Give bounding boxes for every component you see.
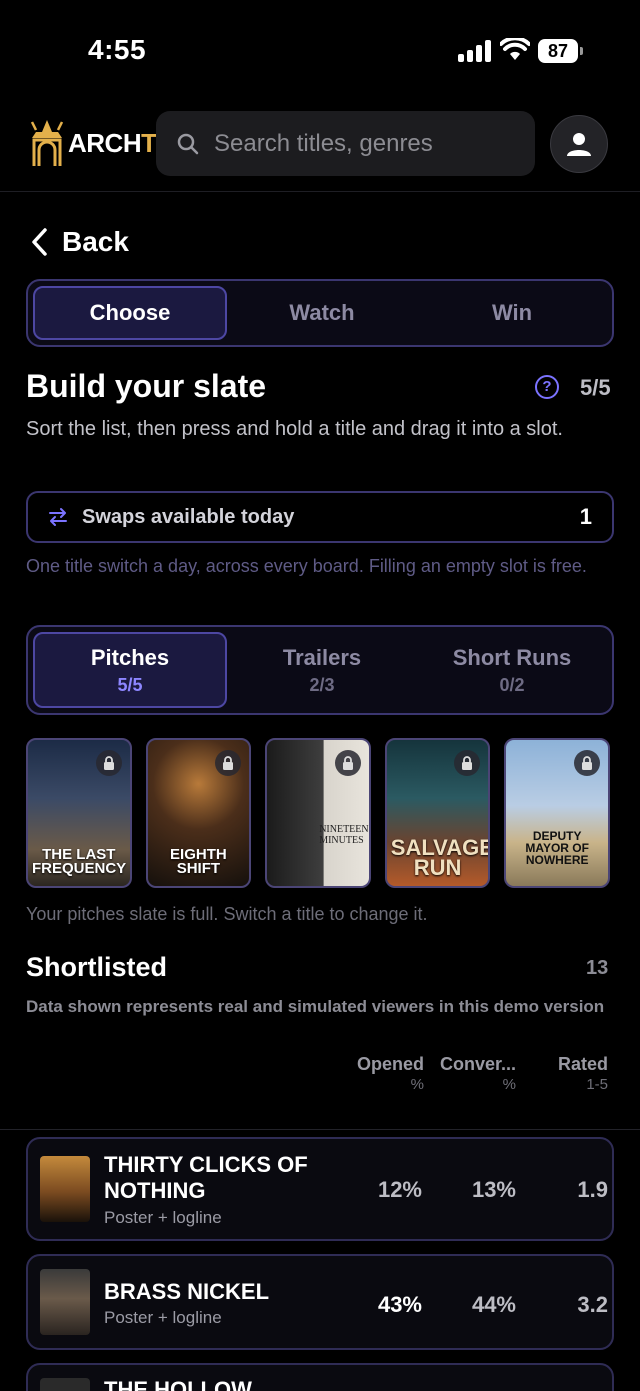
demo-data-note: Data shown represents real and simulated… (26, 997, 605, 1016)
tab-choose[interactable]: Choose (33, 286, 227, 340)
app-header: ARCHTV (0, 100, 640, 192)
tab-trailers-label: Trailers (282, 644, 362, 670)
poster-title: EIGHTH SHIFT (170, 846, 227, 877)
shortlist-title: Shortlisted (26, 952, 168, 982)
tab-pitches-count: 5/5 (117, 674, 143, 695)
column-opened-label: Opened (356, 1054, 424, 1074)
table-header: Opened % Conver... % Rated 1-5 (0, 1054, 640, 1100)
title-thumbnail (40, 1269, 90, 1335)
tab-pitches-label: Pitches (90, 644, 170, 670)
opened-value: 43% (377, 1292, 422, 1317)
column-conversion-label: Conver... (439, 1054, 516, 1074)
step-tabs: Choose Watch Win (26, 279, 614, 347)
poster-title: DEPUTY MAYOR OF NOWHERE (525, 829, 589, 867)
swaps-count: 1 (579, 504, 592, 529)
archtv-logo[interactable]: ARCHTV (30, 118, 174, 168)
tab-trailers[interactable]: Trailers 2/3 (227, 632, 417, 708)
column-rated-label: Rated (557, 1054, 608, 1074)
tab-short-runs[interactable]: Short Runs 0/2 (417, 632, 607, 708)
lock-icon (95, 750, 122, 776)
battery-indicator: 87 (538, 39, 583, 63)
column-opened-unit: % (410, 1076, 424, 1093)
item-title: BRASS NICKEL (104, 1279, 270, 1304)
status-time: 4:55 (88, 34, 147, 65)
cellular-signal-icon (458, 40, 492, 62)
item-subtitle: Poster + logline (104, 1208, 222, 1227)
tab-short-runs-count: 0/2 (499, 674, 525, 695)
tab-short-runs-label: Short Runs (452, 644, 572, 670)
slate-count: 5/5 (580, 375, 611, 400)
shortlist-count: 13 (586, 957, 609, 979)
poster-title: SALVAGE RUN (390, 835, 491, 880)
slate-poster[interactable]: EIGHTH SHIFT (145, 738, 252, 888)
divider (0, 1129, 640, 1130)
column-rated[interactable]: Rated 1-5 (528, 1054, 608, 1093)
column-conversion-unit: % (502, 1076, 516, 1093)
chevron-left-icon (32, 228, 47, 256)
lock-icon (454, 750, 481, 776)
rated-value: 1.9 (577, 1177, 608, 1202)
item-subtitle: Poster + logline (104, 1308, 222, 1327)
back-label: Back (62, 226, 129, 257)
slate-poster[interactable]: THE LAST FREQUENCY (26, 738, 132, 888)
column-opened[interactable]: Opened % (340, 1054, 424, 1093)
lock-icon (334, 750, 361, 776)
swaps-panel: Swaps available today 1 (26, 491, 614, 543)
slate-slots: THE LAST FREQUENCY EIGHTH SHIFT NINETEEN… (26, 738, 610, 888)
tab-pitches[interactable]: Pitches 5/5 (33, 632, 227, 708)
swaps-note: One title switch a day, across every boa… (26, 556, 587, 576)
slate-poster[interactable]: DEPUTY MAYOR OF NOWHERE (504, 738, 610, 888)
column-conversion[interactable]: Conver... % (426, 1054, 516, 1093)
slate-full-message: Your pitches slate is full. Switch a tit… (26, 904, 428, 924)
board-tabs: Pitches 5/5 Trailers 2/3 Short Runs 0/2 (26, 625, 614, 715)
column-rated-unit: 1-5 (586, 1076, 608, 1093)
poster-title: THE LAST FREQUENCY (32, 846, 127, 877)
search-icon (177, 133, 199, 154)
swaps-label: Swaps available today (82, 505, 295, 528)
list-item[interactable]: BRASS NICKEL Poster + logline 43% 44% 3.… (26, 1254, 614, 1350)
list-item[interactable]: THIRTY CLICKS OF NOTHING Poster + loglin… (26, 1137, 614, 1241)
page-title: Build your slate (26, 368, 267, 404)
search-input[interactable] (214, 129, 514, 158)
slate-description: Sort the list, then press and hold a tit… (26, 418, 563, 440)
title-thumbnail (40, 1378, 90, 1391)
profile-avatar-button[interactable] (550, 115, 608, 173)
slate-poster[interactable]: SALVAGE RUN (384, 738, 491, 888)
wifi-icon (500, 38, 530, 60)
lock-icon (215, 750, 242, 776)
list-item[interactable]: THE HOLLOW (26, 1363, 614, 1391)
item-title: THE HOLLOW (104, 1377, 252, 1391)
tab-choose-label: Choose (89, 300, 171, 325)
title-thumbnail (40, 1156, 90, 1222)
arch-logo-icon (30, 120, 64, 166)
status-bar: 4:55 87 (0, 0, 640, 100)
swap-arrows-icon (49, 508, 67, 526)
user-icon (567, 133, 591, 156)
tab-trailers-count: 2/3 (309, 674, 335, 695)
tab-win[interactable]: Win (417, 286, 607, 340)
conversion-value: 13% (471, 1177, 516, 1202)
item-title: THIRTY CLICKS OF NOTHING (104, 1152, 308, 1203)
slate-poster[interactable]: NINETEEN MINUTES (265, 738, 371, 888)
lock-icon (573, 750, 600, 776)
help-icon[interactable]: ? (535, 375, 559, 399)
opened-value: 12% (377, 1177, 422, 1202)
conversion-value: 44% (471, 1292, 516, 1317)
tab-watch[interactable]: Watch (227, 286, 417, 340)
rated-value: 3.2 (577, 1292, 608, 1317)
poster-title: NINETEEN MINUTES (319, 824, 369, 846)
tab-watch-label: Watch (289, 300, 355, 325)
search-bar[interactable] (156, 111, 535, 176)
back-button[interactable]: Back (30, 226, 129, 258)
tab-win-label: Win (491, 300, 533, 325)
